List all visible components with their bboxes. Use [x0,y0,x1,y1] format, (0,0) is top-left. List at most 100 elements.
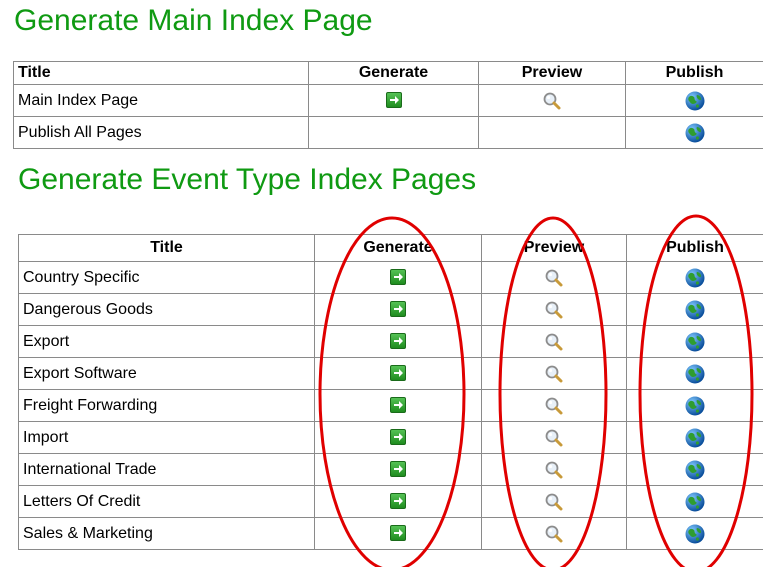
main-section-title: Generate Main Index Page [14,4,373,37]
preview-cell [481,453,627,486]
table-row: Dangerous Goods [18,293,763,326]
col-header-preview: Preview [481,234,627,262]
magnifier-icon[interactable] [542,91,562,111]
generate-cell [308,84,479,117]
publish-cell [625,116,763,149]
event-section-title: Generate Event Type Index Pages [18,163,477,196]
publish-cell [625,84,763,117]
table-row: Export [18,325,763,358]
generate-cell [314,421,482,454]
table-row: Sales & Marketing [18,517,763,550]
table-row: Letters Of Credit [18,485,763,518]
green-arrow-icon[interactable] [385,92,402,109]
table-row: Import [18,421,763,454]
publish-cell [626,517,763,550]
globe-icon[interactable] [684,267,706,289]
generate-cell [314,261,482,294]
row-title: Country Specific [18,261,315,294]
row-title: Import [18,421,315,454]
green-arrow-icon[interactable] [390,333,406,350]
globe-icon[interactable] [684,331,706,353]
table-header-row: Title Generate Preview Publish [13,61,763,85]
generate-cell [314,357,482,390]
magnifier-icon[interactable] [544,524,564,544]
generate-cell [314,517,482,550]
row-title: Sales & Marketing [18,517,315,550]
magnifier-icon[interactable] [544,364,564,384]
row-title: Export Software [18,357,315,390]
generate-cell [314,453,482,486]
preview-cell [478,116,626,149]
green-arrow-icon[interactable] [390,493,406,510]
table-row: Export Software [18,357,763,390]
row-title: Dangerous Goods [18,293,315,326]
table-row: Freight Forwarding [18,389,763,422]
preview-cell [481,421,627,454]
green-arrow-icon[interactable] [390,269,406,286]
green-arrow-icon[interactable] [390,525,406,542]
col-header-preview: Preview [478,61,626,85]
publish-cell [626,389,763,422]
publish-cell [626,357,763,390]
table-header-row: Title Generate Preview Publish [18,234,763,262]
magnifier-icon[interactable] [544,300,564,320]
generate-cell [308,116,479,149]
publish-cell [626,421,763,454]
main-index-table: Title Generate Preview Publish Main Inde… [13,61,763,149]
preview-cell [481,357,627,390]
col-header-publish: Publish [625,61,763,85]
col-header-title: Title [13,61,309,85]
row-title: Export [18,325,315,358]
table-row: Country Specific [18,261,763,294]
table-row: Publish All Pages [13,116,763,149]
row-title: Freight Forwarding [18,389,315,422]
publish-cell [626,325,763,358]
globe-icon[interactable] [684,395,706,417]
preview-cell [481,517,627,550]
publish-cell [626,453,763,486]
col-header-generate: Generate [314,234,482,262]
table-row: International Trade [18,453,763,486]
magnifier-icon[interactable] [544,460,564,480]
magnifier-icon[interactable] [544,268,564,288]
preview-cell [481,293,627,326]
publish-cell [626,293,763,326]
magnifier-icon[interactable] [544,492,564,512]
row-title: Publish All Pages [13,116,309,149]
row-title: Main Index Page [13,84,309,117]
generate-cell [314,293,482,326]
generate-cell [314,485,482,518]
generate-cell [314,325,482,358]
preview-cell [481,261,627,294]
publish-cell [626,485,763,518]
green-arrow-icon[interactable] [390,397,406,414]
magnifier-icon[interactable] [544,396,564,416]
globe-icon[interactable] [684,363,706,385]
generate-cell [314,389,482,422]
globe-icon[interactable] [684,491,706,513]
col-header-publish: Publish [626,234,763,262]
magnifier-icon[interactable] [544,332,564,352]
globe-icon[interactable] [684,122,706,144]
col-header-title: Title [18,234,315,262]
preview-cell [481,325,627,358]
preview-cell [478,84,626,117]
green-arrow-icon[interactable] [390,365,406,382]
table-row: Main Index Page [13,84,763,117]
preview-cell [481,485,627,518]
globe-icon[interactable] [684,427,706,449]
magnifier-icon[interactable] [544,428,564,448]
publish-cell [626,261,763,294]
globe-icon[interactable] [684,459,706,481]
green-arrow-icon[interactable] [390,301,406,318]
event-type-table: Title Generate Preview Publish Country S… [18,234,763,550]
row-title: Letters Of Credit [18,485,315,518]
globe-icon[interactable] [684,299,706,321]
green-arrow-icon[interactable] [390,429,406,446]
globe-icon[interactable] [684,523,706,545]
green-arrow-icon[interactable] [390,461,406,478]
row-title: International Trade [18,453,315,486]
col-header-generate: Generate [308,61,479,85]
preview-cell [481,389,627,422]
globe-icon[interactable] [684,90,706,112]
